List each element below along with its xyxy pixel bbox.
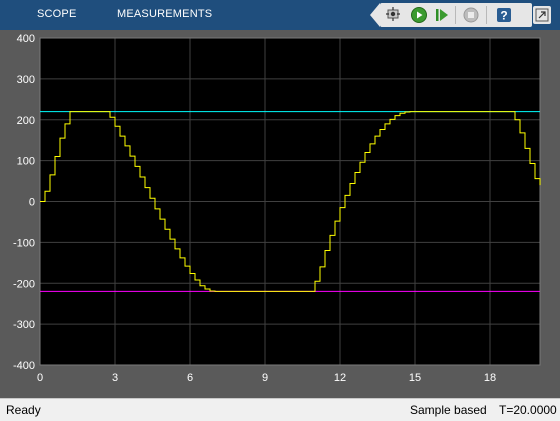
step-forward-icon[interactable] [430, 3, 454, 27]
scope-header: SCOPE MEASUREMENTS ? [0, 0, 560, 30]
y-tick-label: 0 [29, 197, 35, 209]
sample-mode-text: Sample based [410, 403, 487, 417]
y-tick-label: 300 [17, 74, 35, 86]
y-tick-label: -100 [13, 237, 35, 249]
y-tick-label: 200 [17, 115, 35, 127]
svg-text:?: ? [500, 9, 507, 23]
x-tick-label: 15 [409, 372, 421, 384]
toolbar-notch [370, 3, 380, 27]
toolbar-separator [455, 6, 456, 24]
x-tick-label: 12 [334, 372, 346, 384]
y-tick-label: -200 [13, 278, 35, 290]
x-tick-label: 3 [112, 372, 118, 384]
x-tick-label: 9 [262, 372, 268, 384]
status-bar: Ready Sample based T=20.0000 [0, 398, 560, 421]
toolbar-separator [486, 6, 487, 24]
run-icon[interactable] [407, 3, 431, 27]
status-text: Ready [6, 403, 41, 417]
scope-plot[interactable]: 0 3 6 9 12 15 18 400 300 200 100 0 -100 -200 -300 -400 [0, 30, 560, 398]
y-tick-label: 400 [17, 33, 35, 45]
x-tick-label: 6 [187, 372, 193, 384]
tab-measurements[interactable]: MEASUREMENTS [117, 8, 212, 20]
y-tick-label: 100 [17, 156, 35, 168]
x-tick-label: 18 [484, 372, 496, 384]
highlight-simulink-block-icon[interactable] [382, 3, 406, 27]
x-tick-label: 0 [37, 372, 43, 384]
tab-scope[interactable]: SCOPE [37, 8, 77, 20]
y-tick-label: -400 [13, 360, 35, 372]
help-icon[interactable]: ? [492, 3, 516, 27]
toolbar: ? [380, 3, 532, 27]
stop-icon[interactable] [459, 3, 483, 27]
undock-icon[interactable] [533, 6, 551, 24]
y-tick-label: -300 [13, 319, 35, 331]
simulation-time-text: T=20.0000 [499, 403, 557, 417]
